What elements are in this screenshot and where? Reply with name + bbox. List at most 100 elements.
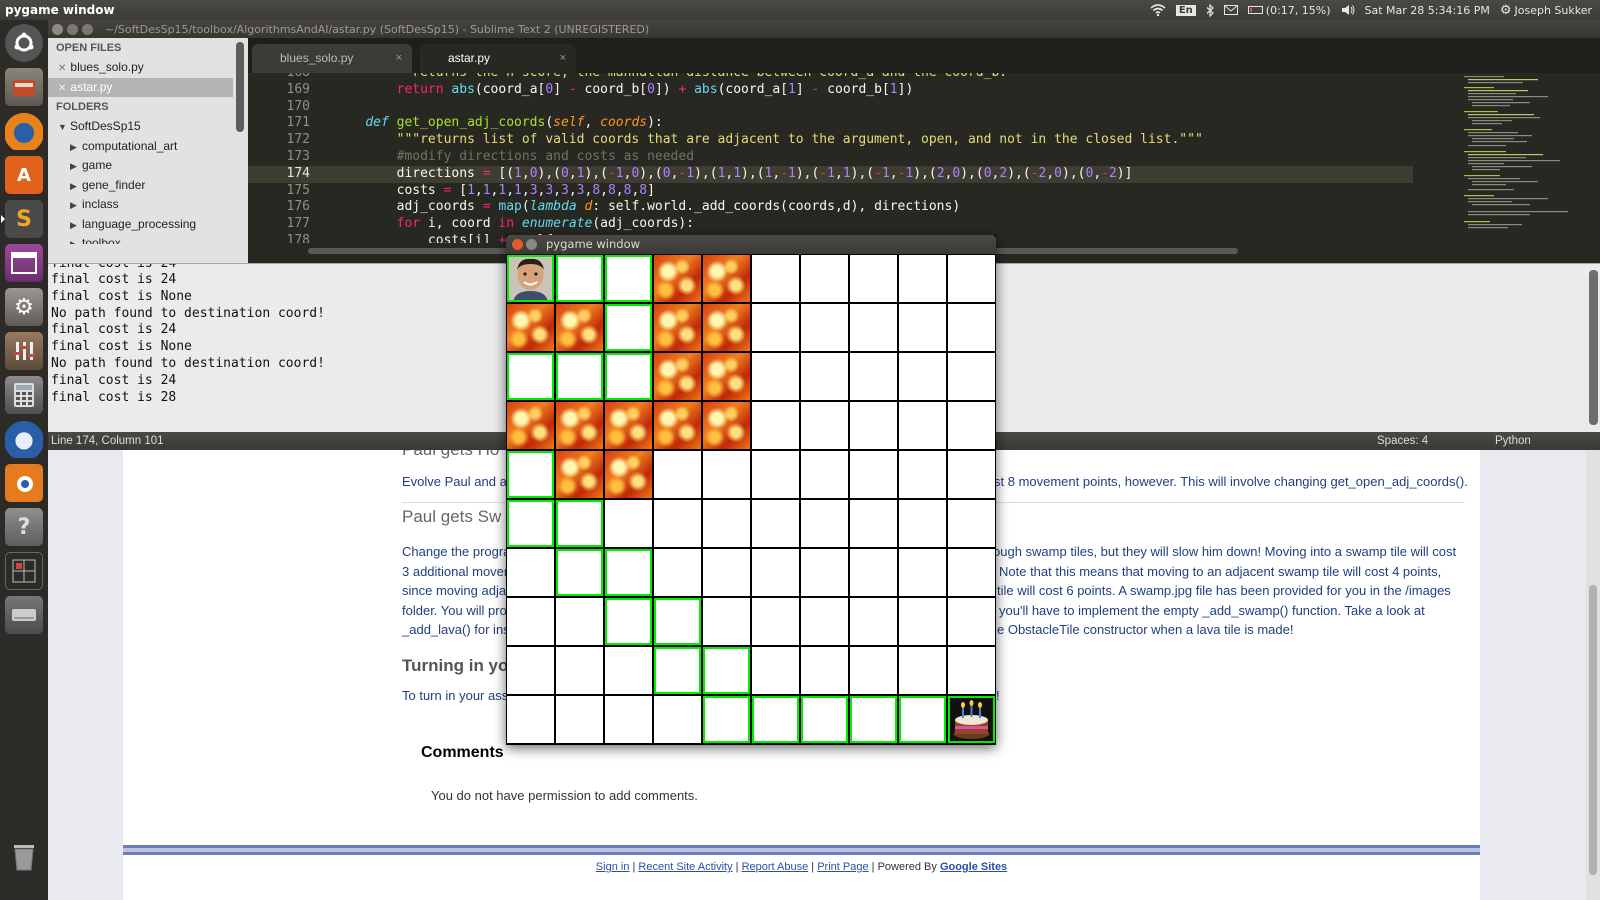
empty-tile xyxy=(801,549,848,596)
help-icon[interactable]: ? xyxy=(5,508,43,546)
section-heading-turning-in: Turning in yo xyxy=(402,656,509,675)
system-settings-icon[interactable]: ⚙ xyxy=(5,288,43,326)
empty-tile xyxy=(556,647,603,694)
close-icon[interactable]: × xyxy=(396,44,402,73)
page-scroll-thumb[interactable] xyxy=(1589,585,1597,875)
drive-icon[interactable] xyxy=(5,596,43,634)
folder-item[interactable]: ▶ computational_art xyxy=(48,137,233,157)
print-page-link[interactable]: Print Page xyxy=(817,861,868,873)
syntax-selector[interactable]: Python xyxy=(1495,432,1531,450)
indicator-area: En (0:17, 15%) Sat Mar 28 5:34:16 PM ⚙ J… xyxy=(1150,3,1600,18)
empty-tile xyxy=(850,304,897,351)
pygame-close-button[interactable] xyxy=(512,239,523,250)
path-tile xyxy=(654,598,701,645)
empty-tile xyxy=(899,598,946,645)
empty-tile xyxy=(507,598,554,645)
open-file-item-active[interactable]: ✕ astar.py xyxy=(48,77,233,97)
code-line: 173 #modify directions and costs as need… xyxy=(286,149,695,164)
path-tile xyxy=(556,549,603,596)
project-sidebar: OPEN FILES ✕ blues_solo.py ✕ astar.py FOLD… xyxy=(48,38,233,263)
empty-tile xyxy=(948,598,995,645)
tile-grid[interactable] xyxy=(507,255,997,745)
tab-blues-solo[interactable]: blues_solo.py × xyxy=(252,44,412,73)
thunderbird-icon[interactable] xyxy=(5,420,43,458)
google-sites-link[interactable]: Google Sites xyxy=(940,861,1007,873)
path-tile xyxy=(605,598,652,645)
dash-home-icon[interactable] xyxy=(5,24,43,62)
path-tile xyxy=(605,304,652,351)
tab-astar[interactable]: astar.py × xyxy=(420,44,576,73)
path-tile xyxy=(605,549,652,596)
path-tile xyxy=(899,696,946,743)
mail-icon[interactable] xyxy=(1223,5,1238,15)
keyboard-layout-indicator[interactable]: En xyxy=(1175,4,1196,16)
code-editor[interactable]: 168 returns the h score, the manhattan d… xyxy=(248,73,1600,243)
path-tile xyxy=(654,647,701,694)
pygame-window-title: pygame window xyxy=(546,237,641,251)
firefox-icon[interactable] xyxy=(5,112,43,150)
empty-tile xyxy=(654,696,701,743)
volume-icon[interactable] xyxy=(1341,4,1355,16)
empty-tile xyxy=(654,451,701,498)
empty-tile xyxy=(948,647,995,694)
indentation-setting[interactable]: Spaces: 4 xyxy=(1377,432,1428,450)
empty-tile xyxy=(899,353,946,400)
code-line: 169 return abs(coord_a[0] - coord_b[0]) … xyxy=(286,81,914,97)
pygame-window: pygame window xyxy=(506,235,996,745)
sidebar-scroll-thumb[interactable] xyxy=(236,42,244,132)
window-close-button[interactable] xyxy=(52,23,63,35)
folder-item[interactable]: ▶ gene_finder xyxy=(48,176,233,196)
code-line: 177 for i, coord in enumerate(adj_coords… xyxy=(286,216,695,232)
folder-item[interactable]: ▶ game xyxy=(48,156,233,176)
software-center-icon[interactable]: A xyxy=(5,156,43,194)
code-line: 172 """returns list of valid coords that… xyxy=(286,132,1203,148)
empty-tile xyxy=(948,451,995,498)
session-menu[interactable]: ⚙ Joseph Sukker xyxy=(1500,3,1592,18)
empty-tile xyxy=(752,304,799,351)
sign-in-link[interactable]: Sign in xyxy=(596,861,630,873)
window-minimize-button[interactable] xyxy=(67,23,78,35)
empty-tile xyxy=(507,696,554,743)
active-app-title: pygame window xyxy=(5,3,115,17)
empty-tile xyxy=(850,353,897,400)
empty-tile xyxy=(556,598,603,645)
empty-tile xyxy=(752,549,799,596)
workspace-switcher-icon[interactable] xyxy=(5,244,43,282)
battery-indicator[interactable]: (0:17, 15%) xyxy=(1247,4,1331,17)
path-tile xyxy=(850,696,897,743)
window-maximize-button[interactable] xyxy=(82,23,93,35)
editor-tabbar: blues_solo.py × astar.py × xyxy=(248,38,1600,73)
empty-tile xyxy=(703,549,750,596)
bluetooth-icon[interactable] xyxy=(1206,3,1214,17)
recent-activity-link[interactable]: Recent Site Activity xyxy=(638,861,732,873)
code-line: 168 returns the h score, the manhattan d… xyxy=(248,73,1413,82)
pygame-titlebar: pygame window xyxy=(506,235,996,254)
blender-icon[interactable] xyxy=(5,464,43,502)
open-file-item[interactable]: ✕ blues_solo.py xyxy=(48,58,233,78)
sidebar-scrollbar[interactable] xyxy=(233,38,248,263)
calculator-icon[interactable] xyxy=(5,376,43,414)
close-icon[interactable]: × xyxy=(560,44,566,73)
wifi-icon[interactable] xyxy=(1150,4,1166,16)
folder-item[interactable]: ▶ toolbox xyxy=(48,234,233,244)
collapsed-triangle-icon: ▶ xyxy=(70,141,77,152)
paragraph-3-left: To turn in your ass xyxy=(402,688,509,703)
close-icon[interactable]: ✕ xyxy=(58,83,66,94)
minimap[interactable] xyxy=(1460,73,1580,243)
page-scrollbar[interactable] xyxy=(1586,450,1600,900)
console-scroll-thumb[interactable] xyxy=(1589,270,1598,425)
clock[interactable]: Sat Mar 28 5:34:16 PM xyxy=(1365,4,1490,17)
sound-settings-icon[interactable] xyxy=(5,332,43,370)
files-icon[interactable] xyxy=(5,68,43,106)
lava-tile xyxy=(654,255,701,302)
folder-item[interactable]: ▶ inclass xyxy=(48,195,233,215)
lava-tile xyxy=(556,451,603,498)
folder-root[interactable]: ▼ SoftDesSp15 xyxy=(48,117,233,137)
close-icon[interactable]: ✕ xyxy=(58,63,66,74)
trash-icon[interactable] xyxy=(5,838,43,876)
terminal-icon[interactable] xyxy=(5,552,43,590)
pygame-minimize-button[interactable] xyxy=(526,239,537,250)
folder-item[interactable]: ▶ language_processing xyxy=(48,215,233,235)
report-abuse-link[interactable]: Report Abuse xyxy=(742,861,809,873)
sublime-text-icon[interactable]: S xyxy=(1,200,43,238)
